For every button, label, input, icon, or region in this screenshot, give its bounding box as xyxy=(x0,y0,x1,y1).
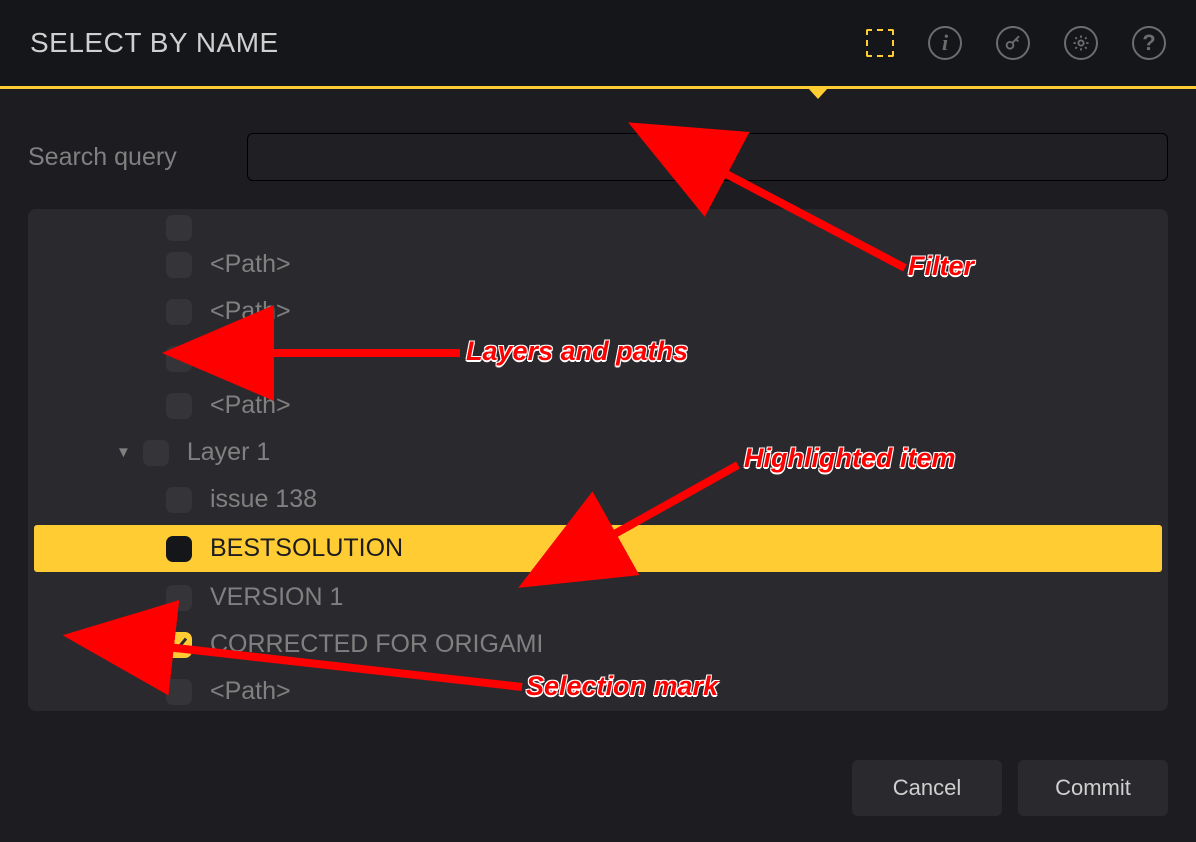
list-item[interactable]: <Path> xyxy=(28,668,1168,711)
selection-marquee-icon[interactable] xyxy=(866,29,894,57)
expander-icon[interactable]: ▼ xyxy=(116,444,131,461)
list-item-label: <Path> xyxy=(210,677,291,706)
list-item[interactable]: VERSION 1 xyxy=(28,574,1168,621)
list-item-label: BESTSOLUTION xyxy=(210,534,403,563)
list-item[interactable]: <Path> xyxy=(28,382,1168,429)
header-icon-group: i ? xyxy=(866,26,1166,60)
search-input[interactable] xyxy=(247,133,1168,181)
list-item[interactable] xyxy=(28,215,1168,241)
checkbox[interactable] xyxy=(166,299,192,325)
checkbox[interactable] xyxy=(166,215,192,241)
page-title: SELECT BY NAME xyxy=(30,27,279,59)
list-item-label: VERSION 1 xyxy=(210,583,343,612)
checkbox[interactable] xyxy=(166,346,192,372)
list-item[interactable]: issue 138 xyxy=(28,476,1168,523)
list-item-label: 90 xyxy=(210,344,238,373)
checkbox[interactable] xyxy=(166,536,192,562)
cancel-button[interactable]: Cancel xyxy=(852,760,1002,816)
list-item[interactable]: 90 xyxy=(28,335,1168,382)
help-icon[interactable]: ? xyxy=(1132,26,1166,60)
checkbox[interactable] xyxy=(166,487,192,513)
search-label: Search query xyxy=(28,143,177,172)
list-item[interactable]: ▼ Layer 1 xyxy=(28,429,1168,476)
list-item-label: issue 138 xyxy=(210,485,317,514)
list-item-label: <Path> xyxy=(210,391,291,420)
commit-button[interactable]: Commit xyxy=(1018,760,1168,816)
checkbox[interactable] xyxy=(166,585,192,611)
list-item-label: Layer 1 xyxy=(187,438,270,467)
key-icon[interactable] xyxy=(996,26,1030,60)
list-item[interactable]: CORRECTED FOR ORIGAMI xyxy=(28,621,1168,668)
checkbox[interactable] xyxy=(166,679,192,705)
info-icon[interactable]: i xyxy=(928,26,962,60)
checkbox[interactable] xyxy=(143,440,169,466)
header-bar: SELECT BY NAME i ? xyxy=(0,0,1196,89)
list-item-label: <Path> xyxy=(210,297,291,326)
list-item[interactable]: <Path> xyxy=(28,288,1168,335)
list-item-label: CORRECTED FOR ORIGAMI xyxy=(210,630,543,659)
checkbox[interactable] xyxy=(166,252,192,278)
list-item[interactable]: <Path> xyxy=(28,241,1168,288)
dialog-footer: Cancel Commit xyxy=(852,760,1168,816)
list-item[interactable]: BESTSOLUTION xyxy=(34,525,1162,572)
search-row: Search query xyxy=(28,133,1168,181)
checkbox[interactable] xyxy=(166,632,192,658)
list-item-label: <Path> xyxy=(210,250,291,279)
layer-list-panel: <Path> <Path> 90 <Path> ▼ Layer 1 issue 138 BES… xyxy=(28,209,1168,711)
gear-icon[interactable] xyxy=(1064,26,1098,60)
checkbox[interactable] xyxy=(166,393,192,419)
